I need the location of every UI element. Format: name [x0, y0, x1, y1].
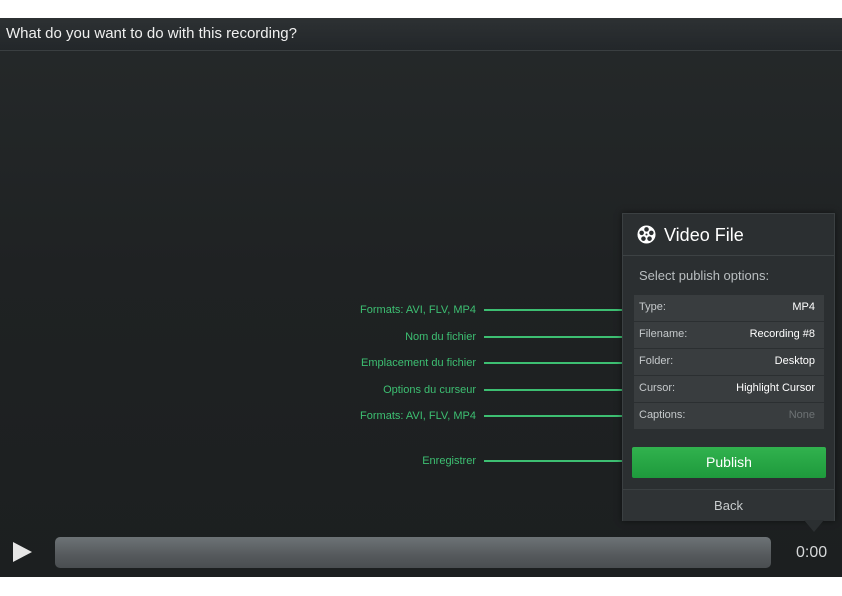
annotation-folder: Emplacement du fichier	[0, 356, 629, 370]
back-button[interactable]: Back	[623, 490, 834, 521]
option-key: Type:	[639, 301, 666, 313]
annotation-filename: Nom du fichier	[0, 330, 629, 344]
annotation-label: Formats: AVI, FLV, MP4	[360, 410, 476, 422]
annotation-line	[484, 460, 632, 462]
annotation-cursor: Options du curseur	[0, 383, 629, 397]
option-key: Captions:	[639, 409, 686, 421]
annotation-label: Formats: AVI, FLV, MP4	[360, 304, 476, 316]
annotation-captions: Formats: AVI, FLV, MP4	[0, 409, 629, 423]
annotation-label: Options du curseur	[383, 384, 476, 396]
title-bar: What do you want to do with this recordi…	[0, 18, 842, 51]
film-reel-icon	[637, 225, 656, 244]
window-title: What do you want to do with this recordi…	[6, 25, 297, 42]
panel-title: Video File	[664, 225, 744, 245]
panel-pointer	[804, 520, 824, 532]
option-key: Filename:	[639, 328, 688, 340]
option-folder[interactable]: Folder: Desktop	[634, 349, 824, 375]
annotation-label: Nom du fichier	[405, 331, 476, 343]
progress-bar[interactable]	[55, 537, 771, 568]
option-cursor[interactable]: Cursor: Highlight Cursor	[634, 376, 824, 402]
annotation-label: Enregistrer	[422, 455, 476, 467]
publish-button[interactable]: Publish	[632, 447, 826, 478]
option-value: None	[788, 409, 815, 421]
time-display: 0:00	[796, 544, 828, 561]
annotation-type: Formats: AVI, FLV, MP4	[0, 303, 629, 317]
back-area: Back	[623, 489, 834, 521]
annotation-line	[484, 389, 629, 391]
play-icon[interactable]	[13, 542, 32, 562]
option-filename[interactable]: Filename: Recording #8	[634, 322, 824, 348]
option-value: Recording #8	[749, 328, 815, 340]
option-value: Highlight Cursor	[736, 382, 815, 394]
annotation-publish: Enregistrer	[0, 454, 632, 468]
annotation-line	[484, 336, 629, 338]
panel-header: Video File	[623, 214, 834, 256]
option-key: Folder:	[639, 355, 674, 367]
option-key: Cursor:	[639, 382, 676, 394]
recording-window: What do you want to do with this recordi…	[0, 18, 842, 577]
panel-subtitle: Select publish options:	[639, 268, 770, 283]
annotation-line	[484, 362, 629, 364]
option-type[interactable]: Type: MP4	[634, 295, 824, 321]
annotation-line	[484, 415, 629, 417]
option-captions[interactable]: Captions: None	[634, 403, 824, 429]
options-list: Type: MP4 Filename: Recording #8 Folder:…	[634, 295, 824, 430]
option-value: MP4	[792, 301, 815, 313]
annotation-label: Emplacement du fichier	[361, 357, 476, 369]
publish-panel: Video File Select publish options: Type:…	[622, 213, 835, 521]
option-value: Desktop	[774, 355, 815, 367]
annotation-line	[484, 309, 629, 311]
